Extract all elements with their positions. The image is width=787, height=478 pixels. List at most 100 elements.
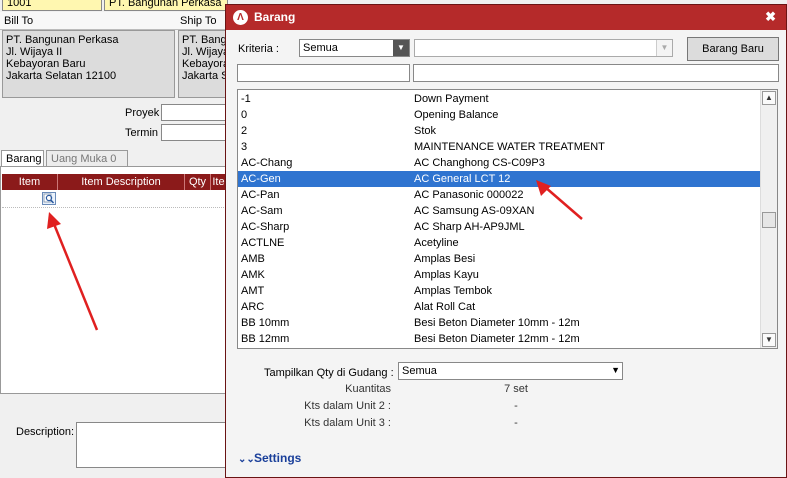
- list-item[interactable]: AMB Amplas Besi: [238, 251, 760, 267]
- item-code: AMK: [241, 269, 265, 281]
- unit3-value: -: [514, 417, 518, 429]
- item-name: Stok: [414, 125, 437, 137]
- kuantitas-value: 7 set: [504, 383, 528, 395]
- customer-number-field[interactable]: 1001: [2, 0, 102, 11]
- customer-name-field[interactable]: PT. Bangunan Perkasa: [104, 0, 228, 11]
- item-code: 2: [241, 125, 248, 137]
- item-name: Opening Balance: [414, 109, 499, 121]
- item-code: AC-Sam: [241, 205, 283, 217]
- unit3-label: Kts dalam Unit 3 :: [304, 417, 391, 429]
- item-list: -1 Down Payment 0 Opening Balance 2 Stok 3 MAIN…: [237, 89, 778, 349]
- double-chevron-down-icon: ⌄⌄: [238, 454, 255, 465]
- item-name: AC Sharp AH-AP9JML: [414, 221, 525, 233]
- list-item[interactable]: -1 Down Payment: [238, 91, 760, 107]
- item-name: AC General LCT 12: [414, 173, 511, 185]
- item-code: AC-Gen: [241, 173, 281, 185]
- chevron-down-icon[interactable]: ▼: [393, 40, 409, 56]
- kriteria-search-combo[interactable]: ▼: [414, 39, 673, 57]
- unit2-value: -: [514, 400, 518, 412]
- item-name: Amplas Kayu: [414, 269, 479, 281]
- kriteria-label: Kriteria :: [238, 43, 279, 55]
- bill-to-label: Bill To: [4, 15, 34, 27]
- code-filter-input[interactable]: [237, 64, 410, 82]
- item-code: AC-Sharp: [241, 221, 290, 233]
- dialog-title: Barang: [254, 10, 296, 24]
- col-qty[interactable]: Qty: [185, 174, 211, 190]
- tab-uang-muka[interactable]: Uang Muka 0: [46, 150, 128, 167]
- item-code: 0: [241, 109, 248, 121]
- item-name: Besi Beton Diameter 10mm - 12m: [414, 317, 580, 329]
- item-name: Alat Roll Cat: [414, 301, 476, 313]
- item-code: AMB: [241, 253, 265, 265]
- list-item[interactable]: AC-Pan AC Panasonic 000022: [238, 187, 760, 203]
- grid-header: Item Item Description Qty Ite: [2, 174, 226, 190]
- barang-dialog: Λ Barang ✖ Kriteria : Semua ▼ ▼ Barang B…: [225, 4, 787, 478]
- scroll-down-icon[interactable]: ▼: [762, 333, 776, 347]
- list-item[interactable]: 2 Stok: [238, 123, 760, 139]
- item-code: AMT: [241, 285, 265, 297]
- ship-to-label: Ship To: [180, 15, 217, 27]
- list-scrollbar[interactable]: ▲ ▼: [760, 90, 777, 348]
- tab-barang[interactable]: Barang: [1, 150, 44, 167]
- item-code: 3: [241, 141, 248, 153]
- item-code: -1: [241, 93, 251, 105]
- proyek-input[interactable]: [161, 104, 227, 121]
- item-name: Amplas Besi: [414, 253, 476, 265]
- settings-label: Settings: [254, 451, 302, 465]
- list-item[interactable]: AC-Gen AC General LCT 12: [238, 171, 760, 187]
- kuantitas-label: Kuantitas: [345, 383, 391, 395]
- col-ite[interactable]: Ite: [211, 174, 226, 190]
- list-item[interactable]: ARC Alat Roll Cat: [238, 299, 760, 315]
- description-label: Description:: [16, 426, 75, 438]
- item-grid: Item Item Description Qty Ite: [0, 166, 226, 394]
- name-filter-input[interactable]: [413, 64, 779, 82]
- bill-to-header: Bill To: [0, 12, 176, 30]
- item-code: BB 12mm: [241, 333, 290, 345]
- scroll-up-icon[interactable]: ▲: [762, 91, 776, 105]
- bill-to-address[interactable]: PT. Bangunan Perkasa Jl. Wijaya II Kebay…: [2, 30, 175, 98]
- chevron-down-icon[interactable]: ▼: [611, 365, 620, 375]
- barang-baru-button[interactable]: Barang Baru: [687, 37, 779, 61]
- item-code: ACTLNE: [241, 237, 285, 249]
- list-item[interactable]: ACTLNE Acetyline: [238, 235, 760, 251]
- ship-to-header: Ship To: [176, 12, 228, 30]
- list-item[interactable]: 3 MAINTENANCE WATER TREATMENT: [238, 139, 760, 155]
- kriteria-select[interactable]: Semua ▼: [299, 39, 410, 57]
- list-item[interactable]: AC-Chang AC Changhong CS-C09P3: [238, 155, 760, 171]
- item-name: Amplas Tembok: [414, 285, 493, 297]
- item-name: Down Payment: [414, 93, 489, 105]
- item-lookup-icon[interactable]: [42, 192, 56, 205]
- list-item[interactable]: AC-Sam AC Samsung AS-09XAN: [238, 203, 760, 219]
- proyek-label: Proyek: [125, 107, 160, 119]
- qty-gudang-value: Semua: [402, 365, 437, 377]
- col-item[interactable]: Item: [2, 174, 58, 190]
- close-icon[interactable]: ✖: [765, 9, 776, 25]
- scroll-thumb[interactable]: [762, 212, 776, 228]
- list-item[interactable]: AMK Amplas Kayu: [238, 267, 760, 283]
- ship-to-address[interactable]: PT. Bang Jl. Wijaya Kebayora Jakarta S: [178, 30, 228, 98]
- list-item[interactable]: 0 Opening Balance: [238, 107, 760, 123]
- col-item-description[interactable]: Item Description: [58, 174, 185, 190]
- table-row[interactable]: [2, 190, 226, 208]
- item-name: MAINTENANCE WATER TREATMENT: [414, 141, 605, 153]
- item-code: AC-Pan: [241, 189, 280, 201]
- app-logo-icon: Λ: [233, 10, 248, 25]
- item-code: ARC: [241, 301, 265, 313]
- termin-label: Termin: [125, 127, 159, 139]
- termin-input[interactable]: [161, 124, 227, 141]
- barang-baru-label: Barang Baru: [702, 43, 764, 55]
- unit2-label: Kts dalam Unit 2 :: [304, 400, 391, 412]
- dialog-title-bar[interactable]: Λ Barang ✖: [226, 5, 786, 30]
- qty-gudang-select[interactable]: Semua ▼: [398, 362, 623, 380]
- settings-toggle[interactable]: ⌄⌄Settings: [238, 451, 301, 466]
- item-name: AC Panasonic 000022: [414, 189, 524, 201]
- item-name: Besi Beton Diameter 12mm - 12m: [414, 333, 580, 345]
- list-item[interactable]: BB 10mm Besi Beton Diameter 10mm - 12m: [238, 315, 760, 331]
- chevron-down-icon[interactable]: ▼: [656, 40, 672, 56]
- list-item[interactable]: AC-Sharp AC Sharp AH-AP9JML: [238, 219, 760, 235]
- list-item[interactable]: BB 12mm Besi Beton Diameter 12mm - 12m: [238, 331, 760, 347]
- description-textarea[interactable]: [76, 422, 226, 468]
- item-code: BB 10mm: [241, 317, 290, 329]
- item-name: AC Samsung AS-09XAN: [414, 205, 535, 217]
- list-item[interactable]: AMT Amplas Tembok: [238, 283, 760, 299]
